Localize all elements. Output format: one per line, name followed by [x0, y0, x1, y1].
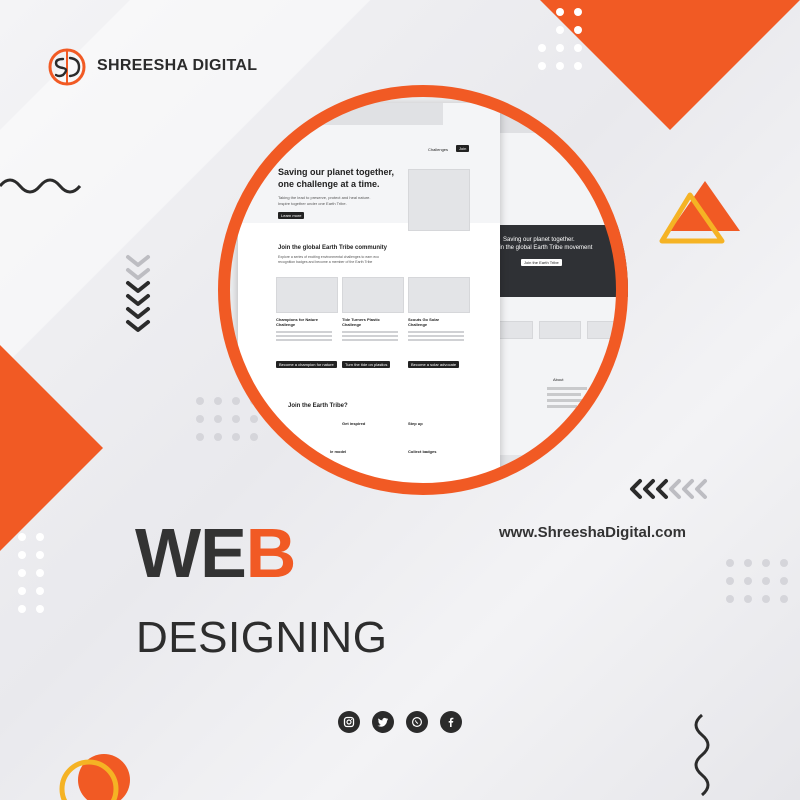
headline-web: WEB	[135, 514, 296, 592]
logo-icon	[48, 48, 86, 86]
dot-grid-left-edge	[18, 533, 44, 613]
twitter-icon[interactable]	[372, 711, 394, 733]
orange-ring	[218, 85, 628, 495]
dot-grid-right	[726, 559, 788, 603]
left-triangle	[0, 345, 103, 551]
wavy-line-icon	[0, 178, 82, 194]
facebook-icon[interactable]	[440, 711, 462, 733]
chevrons-left-icon	[630, 479, 707, 499]
headline-designing: DESIGNING	[136, 613, 388, 662]
brand-name: SHREESHA DIGITAL	[97, 57, 258, 74]
website-url[interactable]: www.ShreeshaDigital.com	[499, 524, 686, 541]
chevrons-down-icon	[126, 255, 150, 332]
vertical-wavy-line-icon	[694, 713, 710, 797]
instagram-icon[interactable]	[338, 711, 360, 733]
whatsapp-icon[interactable]	[406, 711, 428, 733]
